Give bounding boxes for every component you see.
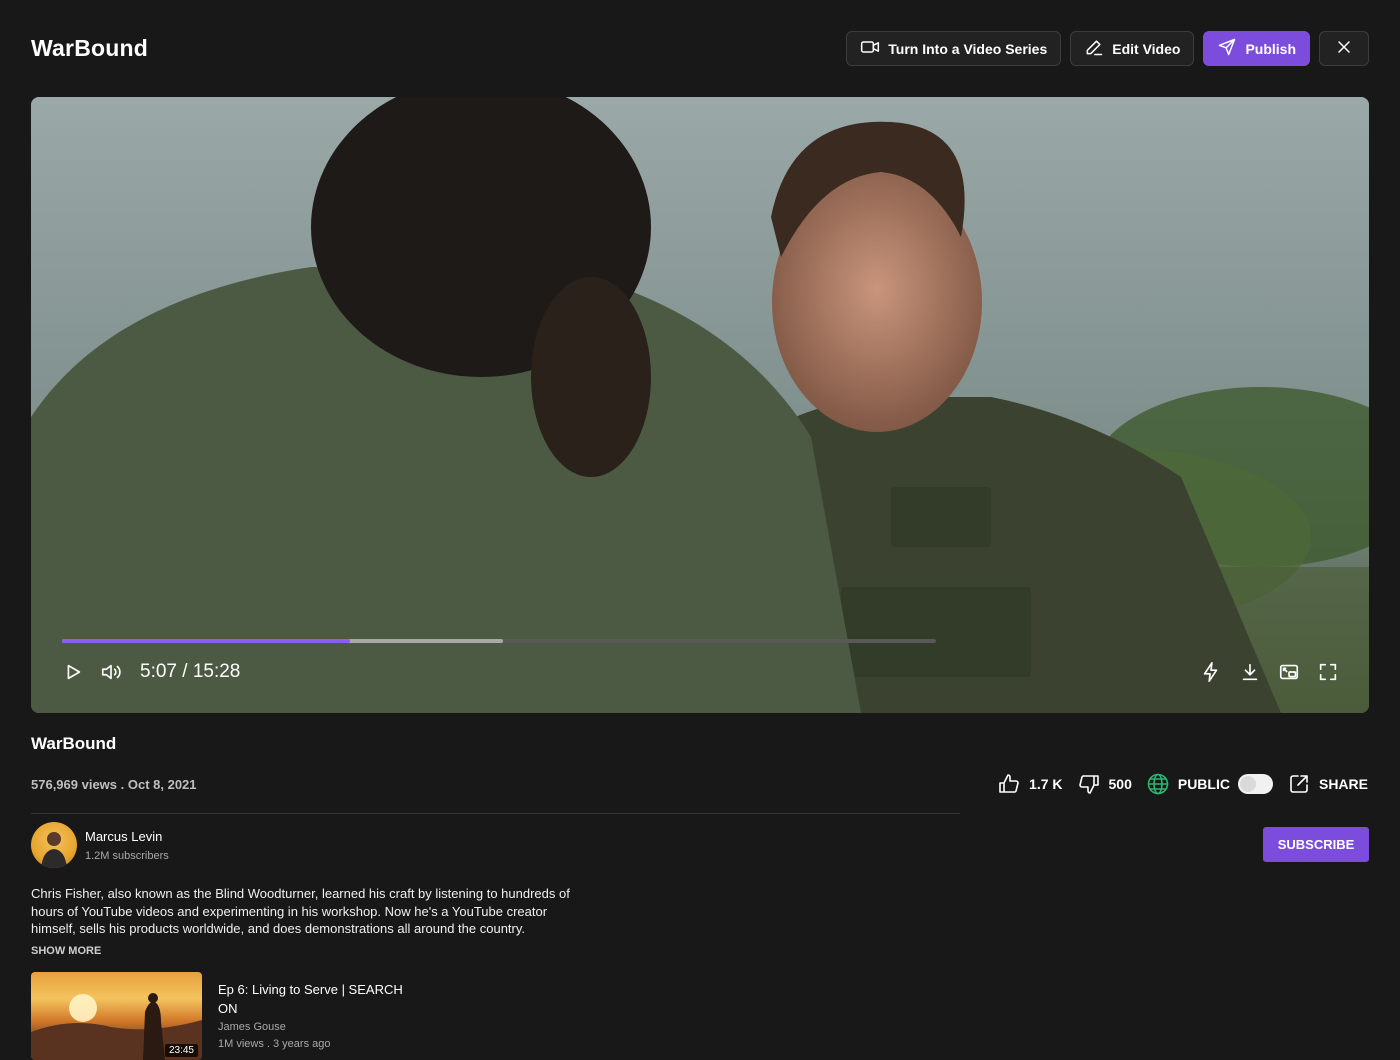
flash-button[interactable] bbox=[1200, 661, 1222, 683]
recommended-details: Ep 6: Living to Serve | SEARCH ON James … bbox=[218, 972, 408, 1060]
thumbs-up-icon bbox=[999, 774, 1019, 793]
channel-info: Marcus Levin 1.2M subscribers bbox=[31, 822, 169, 868]
turn-into-series-button[interactable]: Turn Into a Video Series bbox=[846, 31, 1062, 66]
recommended-video[interactable]: 23:45 Ep 6: Living to Serve | SEARCH ON … bbox=[31, 972, 408, 1060]
recommended-stats: 1M views . 3 years ago bbox=[218, 1038, 331, 1050]
publish-button[interactable]: Publish bbox=[1203, 31, 1310, 66]
share-button[interactable]: SHARE bbox=[1287, 772, 1368, 796]
thumbs-down-icon bbox=[1078, 775, 1099, 794]
picture-in-picture-icon bbox=[1279, 664, 1299, 680]
edit-video-button[interactable]: Edit Video bbox=[1070, 31, 1195, 66]
video-title: WarBound bbox=[31, 734, 117, 753]
video-meta: 576,969 views . Oct 8, 2021 bbox=[31, 777, 197, 792]
header-actions: Turn Into a Video Series Edit Video Publ… bbox=[846, 31, 1369, 66]
channel-subscribers: 1.2M subscribers bbox=[85, 849, 169, 862]
lightning-icon bbox=[1203, 662, 1218, 682]
toggle-knob bbox=[1239, 776, 1256, 792]
download-icon bbox=[1242, 663, 1258, 681]
share-label: SHARE bbox=[1318, 776, 1368, 792]
volume-icon bbox=[101, 664, 121, 680]
fullscreen-button[interactable] bbox=[1317, 661, 1339, 683]
like-button[interactable]: 1.7 K bbox=[997, 772, 1063, 796]
channel-name[interactable]: Marcus Levin bbox=[85, 829, 169, 844]
dislike-count: 500 bbox=[1108, 776, 1132, 792]
app-title: WarBound bbox=[31, 35, 149, 61]
publish-label: Publish bbox=[1245, 40, 1296, 57]
divider bbox=[31, 813, 960, 814]
fullscreen-icon bbox=[1319, 663, 1337, 681]
recommended-duration: 23:45 bbox=[164, 1044, 198, 1057]
play-button[interactable] bbox=[62, 661, 84, 683]
player-controls-left: 5:07 / 15:28 bbox=[62, 661, 240, 683]
download-button[interactable] bbox=[1239, 661, 1261, 683]
close-icon bbox=[1334, 37, 1354, 60]
video-description: Chris Fisher, also known as the Blind Wo… bbox=[31, 886, 570, 936]
picture-in-picture-button[interactable] bbox=[1278, 661, 1300, 683]
play-icon bbox=[67, 664, 81, 680]
dislike-button[interactable]: 500 bbox=[1077, 772, 1132, 796]
globe-icon bbox=[1147, 773, 1169, 795]
visibility-label: PUBLIC bbox=[1177, 776, 1230, 792]
video-camera-icon bbox=[860, 37, 880, 60]
player-controls-right bbox=[1200, 661, 1339, 683]
progress-bar[interactable] bbox=[62, 639, 936, 643]
video-frame bbox=[31, 97, 1369, 713]
time-display: 5:07 / 15:28 bbox=[140, 661, 241, 682]
recommended-title[interactable]: Ep 6: Living to Serve | SEARCH ON bbox=[218, 980, 408, 1018]
edit-video-label: Edit Video bbox=[1112, 40, 1181, 57]
share-icon bbox=[1290, 775, 1308, 793]
turn-into-series-label: Turn Into a Video Series bbox=[888, 40, 1048, 57]
video-actions: 1.7 K 500 PUBLIC SHARE bbox=[997, 772, 1368, 796]
visibility-control: PUBLIC bbox=[1146, 772, 1273, 796]
volume-button[interactable] bbox=[100, 661, 122, 683]
channel-text: Marcus Levin 1.2M subscribers bbox=[85, 829, 169, 862]
show-more-link[interactable]: SHOW MORE bbox=[31, 945, 101, 957]
recommended-author: James Gouse bbox=[218, 1021, 286, 1033]
recommended-thumbnail[interactable]: 23:45 bbox=[31, 972, 202, 1060]
avatar[interactable] bbox=[31, 822, 77, 868]
subscribe-button[interactable]: SUBSCRIBE bbox=[1263, 827, 1369, 862]
like-count: 1.7 K bbox=[1029, 776, 1063, 792]
send-icon bbox=[1217, 37, 1237, 60]
close-button[interactable] bbox=[1319, 31, 1369, 66]
pencil-icon bbox=[1084, 37, 1104, 60]
video-player[interactable]: 5:07 / 15:28 bbox=[31, 97, 1369, 713]
visibility-toggle[interactable] bbox=[1237, 774, 1273, 794]
played-fill bbox=[62, 639, 351, 643]
